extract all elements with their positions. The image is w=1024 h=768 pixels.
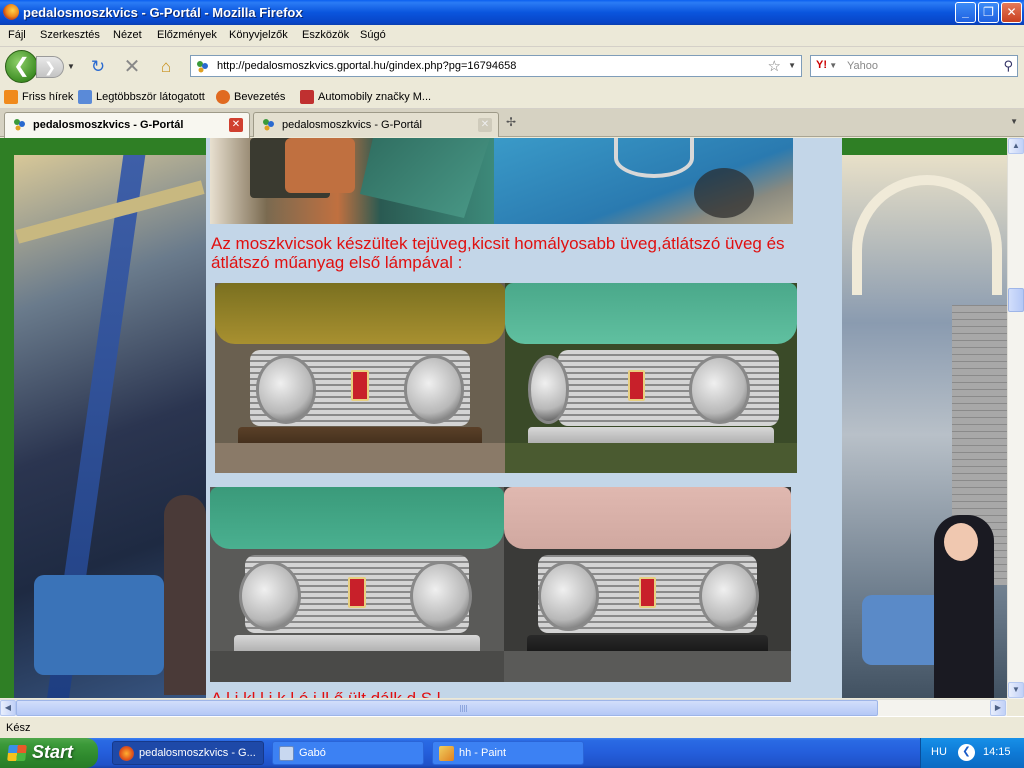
menu-help[interactable]: Súgó — [360, 29, 386, 41]
vertical-scroll-thumb[interactable] — [1008, 288, 1024, 312]
language-indicator[interactable]: HU — [931, 746, 947, 758]
menu-bar: Fájl Szerkesztés Nézet Előzmények Könyvj… — [0, 25, 1024, 47]
tab-favicon-icon — [14, 119, 25, 131]
status-text: Kész — [6, 722, 31, 734]
site-icon — [300, 90, 314, 104]
firefox-icon — [216, 90, 230, 104]
history-dropdown-icon[interactable]: ▼ — [67, 62, 75, 71]
bookmark-item[interactable]: Friss hírek — [4, 90, 73, 104]
menu-file[interactable]: Fájl — [8, 29, 26, 41]
new-tab-icon[interactable]: ✢ — [506, 115, 516, 129]
photo-car-pink — [504, 487, 791, 682]
background-photo-right — [842, 155, 1007, 698]
url-bar[interactable]: http://pedalosmoszkvics.gportal.hu/ginde… — [190, 55, 802, 77]
photo-car-green — [505, 283, 797, 473]
content-column: Az moszkvicsok készültek tejüveg,kicsit … — [206, 138, 842, 698]
page-icon — [78, 90, 92, 104]
menu-view[interactable]: Nézet — [113, 29, 142, 41]
clock[interactable]: 14:15 — [983, 746, 1011, 758]
computer-icon — [279, 746, 294, 761]
taskbar-item-firefox[interactable]: pedalosmoszkvics - G... — [112, 741, 264, 765]
taskbar-item-gabo[interactable]: Gabó — [272, 741, 424, 765]
search-engine-icon[interactable]: Y! ▼ — [816, 59, 837, 71]
page-viewport: Az moszkvicsok készültek tejüveg,kicsit … — [0, 138, 1007, 698]
tab-close-icon[interactable]: ✕ — [478, 118, 492, 132]
caption-headlights: Az moszkvicsok készültek tejüveg,kicsit … — [211, 234, 785, 272]
window-titlebar[interactable]: pedalosmoszkvics - G-Portál - Mozilla Fi… — [0, 0, 1024, 25]
vertical-scrollbar[interactable]: ▲ ▼ — [1007, 138, 1024, 699]
tab-inactive[interactable]: pedalosmoszkvics - G-Portál ✕ — [253, 112, 499, 137]
horizontal-scroll-thumb[interactable] — [16, 700, 878, 716]
url-text[interactable]: http://pedalosmoszkvics.gportal.hu/ginde… — [217, 60, 516, 72]
search-bar[interactable]: Y! ▼ Yahoo ⚲ — [810, 55, 1018, 77]
forward-button[interactable]: ❯ — [36, 56, 64, 78]
reload-icon[interactable]: ↻ — [87, 56, 109, 78]
tab-label: pedalosmoszkvics - G-Portál — [33, 119, 184, 131]
restore-button[interactable]: ❐ — [978, 2, 999, 23]
photo-car-olive — [215, 283, 505, 473]
firefox-icon — [119, 746, 134, 761]
tab-strip: pedalosmoszkvics - G-Portál ✕ pedalosmos… — [0, 109, 1024, 138]
start-button[interactable]: Start — [0, 738, 98, 768]
navigation-toolbar: ❮ ❯ ▼ ↻ ✕ ⌂ http://pedalosmoszkvics.gpor… — [0, 47, 1024, 85]
horizontal-scrollbar[interactable]: ◀ ▶ — [0, 699, 1007, 716]
stop-icon[interactable]: ✕ — [121, 56, 143, 78]
windows-taskbar: Start pedalosmoszkvics - G... Gabó hh - … — [0, 738, 1024, 768]
show-hidden-icons-icon[interactable]: ❮ — [958, 744, 975, 761]
bookmark-item[interactable]: Bevezetés — [216, 90, 285, 104]
bookmark-item[interactable]: Legtöbbször látogatott — [78, 90, 205, 104]
url-dropdown-icon[interactable]: ▼ — [788, 61, 796, 70]
tab-active[interactable]: pedalosmoszkvics - G-Portál ✕ — [4, 112, 250, 138]
scroll-left-icon[interactable]: ◀ — [0, 700, 16, 716]
search-input[interactable]: Yahoo — [847, 60, 878, 72]
site-favicon-icon — [197, 61, 208, 73]
tab-label: pedalosmoszkvics - G-Portál — [282, 119, 422, 131]
close-window-button[interactable]: ✕ — [1001, 2, 1022, 23]
photo-seat-interior — [210, 138, 494, 224]
bookmark-item[interactable]: Automobily značky M... — [300, 90, 431, 104]
photo-steering-wheel — [494, 138, 793, 224]
bookmarks-toolbar: Friss hírek Legtöbbször látogatott Bevez… — [0, 85, 1024, 109]
status-bar: Kész — [0, 716, 1024, 738]
menu-bookmarks[interactable]: Könyvjelzők — [229, 29, 288, 41]
window-title: pedalosmoszkvics - G-Portál - Mozilla Fi… — [23, 5, 303, 20]
paint-icon — [439, 746, 454, 761]
search-icon[interactable]: ⚲ — [1003, 58, 1013, 74]
firefox-icon — [3, 4, 19, 20]
back-button[interactable]: ❮ — [5, 50, 38, 83]
menu-history[interactable]: Előzmények — [157, 29, 217, 41]
scroll-up-icon[interactable]: ▲ — [1008, 138, 1024, 154]
scroll-down-icon[interactable]: ▼ — [1008, 682, 1024, 698]
tab-close-icon[interactable]: ✕ — [229, 118, 243, 132]
background-photo-left — [14, 155, 206, 698]
menu-tools[interactable]: Eszközök — [302, 29, 349, 41]
rss-icon — [4, 90, 18, 104]
menu-edit[interactable]: Szerkesztés — [40, 29, 100, 41]
caption-next-cut: A l i kl l i k l ó i ll ő ült dálk d S l — [211, 689, 831, 698]
bookmark-star-icon[interactable]: ☆ — [768, 57, 781, 75]
photo-car-teal — [210, 487, 504, 682]
home-icon[interactable]: ⌂ — [155, 56, 177, 78]
tab-favicon-icon — [263, 119, 274, 131]
taskbar-item-paint[interactable]: hh - Paint — [432, 741, 584, 765]
system-tray: HU ❮ 14:15 — [920, 738, 1024, 768]
scroll-right-icon[interactable]: ▶ — [990, 700, 1006, 716]
minimize-button[interactable]: _ — [955, 2, 976, 23]
windows-logo-icon — [7, 745, 27, 761]
tab-list-icon[interactable]: ▼ — [1010, 117, 1018, 126]
